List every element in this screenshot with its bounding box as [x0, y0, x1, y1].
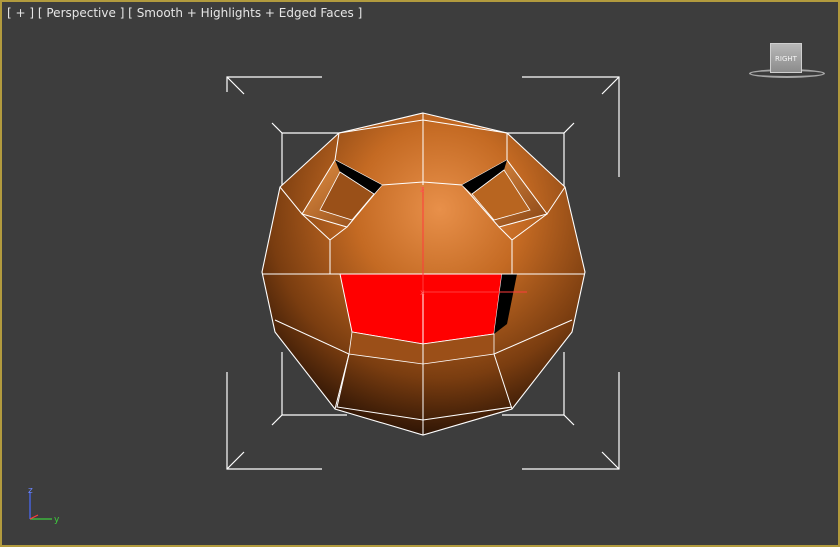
- gizmo-x-label: x: [420, 288, 425, 297]
- gizmo-z-label: z: [420, 185, 424, 194]
- selected-mouth-face[interactable]: [339, 273, 517, 365]
- viewcube[interactable]: RIGHT: [770, 43, 802, 73]
- scene-canvas[interactable]: z x: [2, 2, 840, 547]
- axis-z-label: z: [28, 486, 33, 496]
- world-axis-tripod: z y: [28, 486, 60, 525]
- axis-y-label: y: [54, 515, 60, 525]
- perspective-viewport[interactable]: [ + ] [ Perspective ] [ Smooth + Highlig…: [0, 0, 840, 547]
